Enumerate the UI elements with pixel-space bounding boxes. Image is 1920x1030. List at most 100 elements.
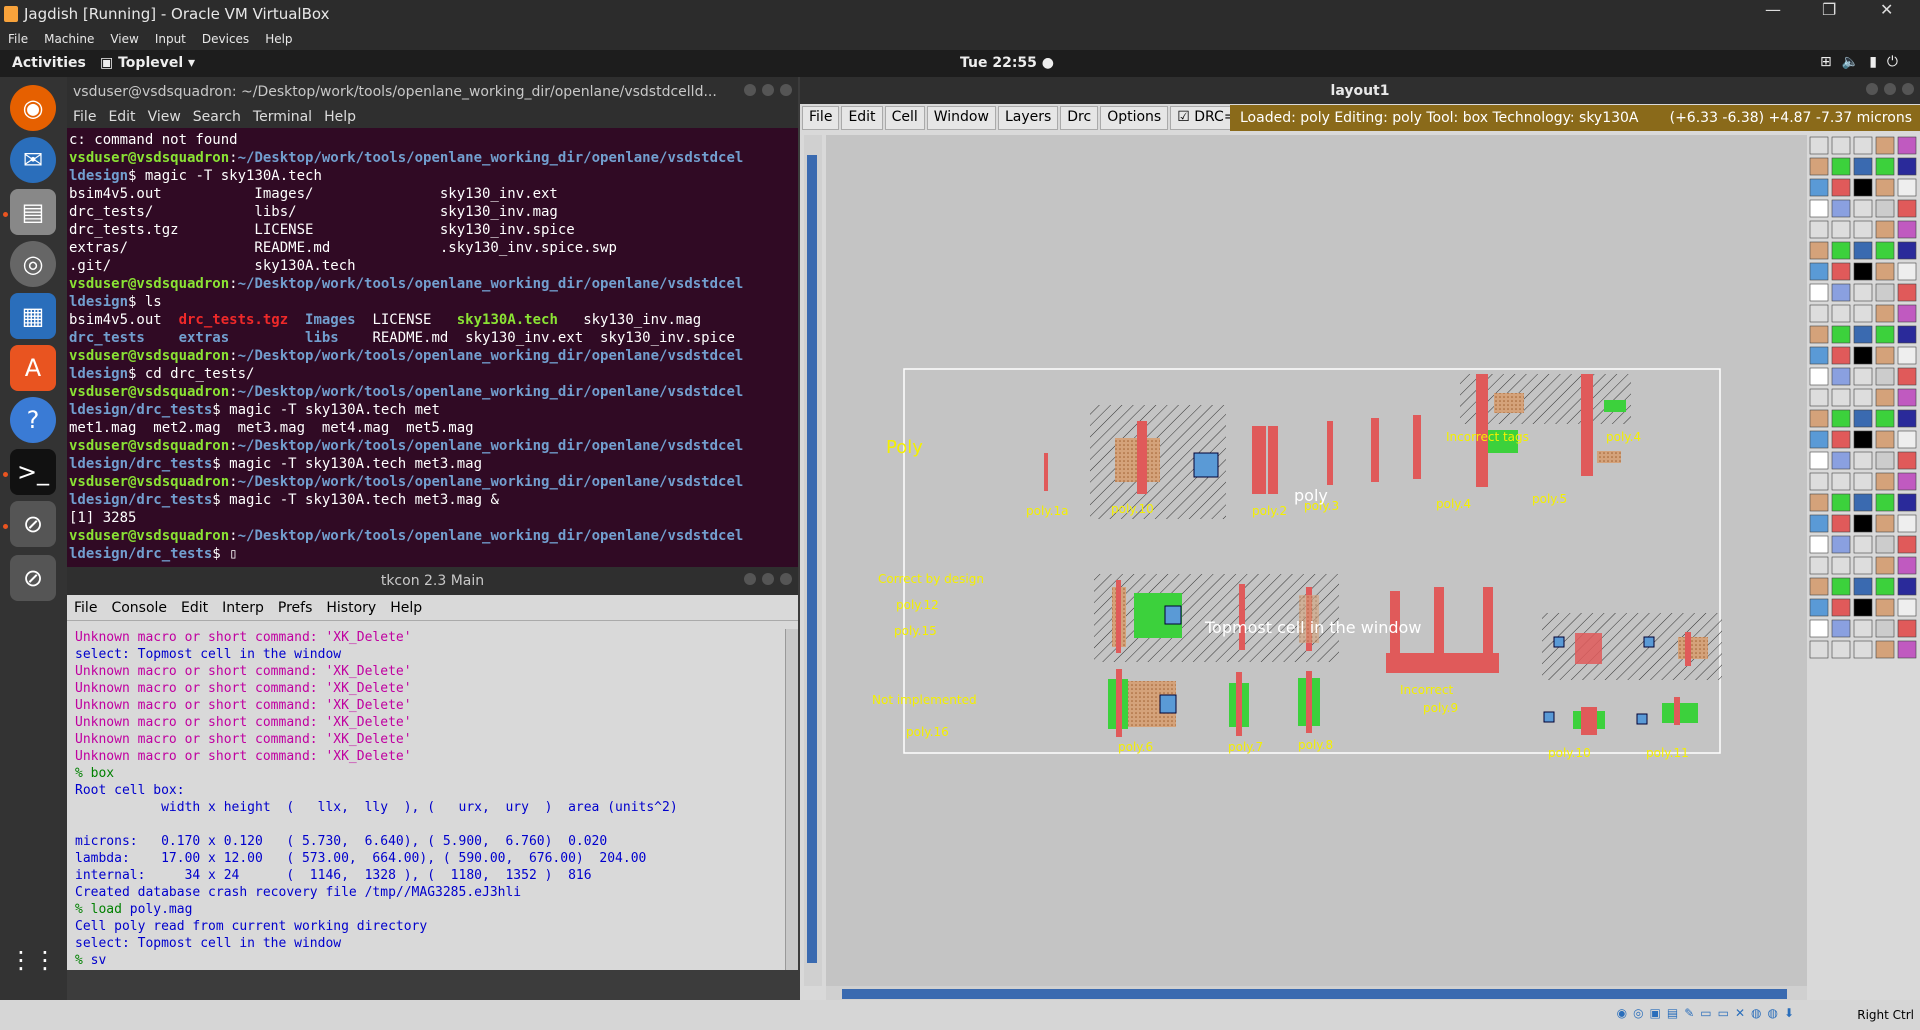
layer-swatch[interactable] [1853,283,1873,302]
layer-swatch[interactable] [1897,199,1917,218]
vbox-menu-machine[interactable]: Machine [36,32,102,46]
layer-swatch[interactable] [1831,619,1851,638]
layer-swatch[interactable] [1831,451,1851,470]
layer-swatch[interactable] [1831,157,1851,176]
layer-swatch[interactable] [1875,451,1895,470]
magic-cell-button[interactable]: Cell [884,106,925,130]
layer-swatch[interactable] [1809,640,1829,659]
layer-swatch[interactable] [1897,262,1917,281]
layer-swatch[interactable] [1831,598,1851,617]
maximize-icon[interactable] [1884,82,1896,95]
layer-swatch[interactable] [1853,262,1873,281]
layer-swatch[interactable] [1875,640,1895,659]
layer-swatch[interactable] [1831,640,1851,659]
minimize-icon[interactable] [744,83,756,96]
maximize-icon[interactable] [762,83,774,96]
maximize-icon[interactable] [762,573,774,585]
layer-swatch[interactable] [1831,472,1851,491]
layer-swatch[interactable] [1809,199,1829,218]
firefox-icon[interactable]: ◉ [10,85,56,131]
layer-swatch[interactable] [1809,262,1829,281]
terminal-menu-search[interactable]: Search [187,109,247,125]
minimize-icon[interactable] [1866,82,1878,95]
layer-swatch[interactable] [1875,619,1895,638]
layer-swatch[interactable] [1875,535,1895,554]
layer-swatch[interactable] [1809,556,1829,575]
layer-swatch[interactable] [1897,409,1917,428]
vbox-menu-view[interactable]: View [102,32,146,46]
layer-swatch[interactable] [1809,430,1829,449]
layer-swatch[interactable] [1897,325,1917,344]
terminal-menu-edit[interactable]: Edit [102,109,141,125]
layer-swatch[interactable] [1897,178,1917,197]
layer-swatch[interactable] [1853,472,1873,491]
terminal-menu-view[interactable]: View [142,109,187,125]
tkcon-titlebar[interactable]: tkcon 2.3 Main [67,567,798,595]
layer-swatch[interactable] [1875,136,1895,155]
layer-swatch[interactable] [1809,283,1829,302]
terminal-titlebar[interactable]: vsduser@vsdsquadron: ~/Desktop/work/tool… [67,77,798,106]
layer-swatch[interactable] [1875,157,1895,176]
layer-swatch[interactable] [1853,514,1873,533]
layer-swatch[interactable] [1897,619,1917,638]
layer-swatch[interactable] [1831,220,1851,239]
layer-swatch[interactable] [1897,220,1917,239]
layer-swatch[interactable] [1875,556,1895,575]
close-icon[interactable]: ✕ [1880,0,1893,19]
layer-swatch[interactable] [1831,409,1851,428]
layer-swatch[interactable] [1875,304,1895,323]
tkcon-menu-prefs[interactable]: Prefs [271,600,319,616]
layer-swatch[interactable] [1809,577,1829,596]
layout-vertical-scrollbar[interactable] [804,135,822,986]
layer-swatch[interactable] [1897,346,1917,365]
files-icon[interactable]: ▤ [10,189,56,235]
layer-swatch[interactable] [1875,388,1895,407]
layer-swatch[interactable] [1875,577,1895,596]
layer-swatch[interactable] [1809,451,1829,470]
layer-swatch[interactable] [1809,619,1829,638]
terminal-output[interactable]: c: command not found vsduser@vsdsquadron… [67,128,798,566]
layer-swatch[interactable] [1809,241,1829,260]
layer-swatch[interactable] [1897,535,1917,554]
software-icon[interactable]: A [10,345,56,391]
layer-swatch[interactable] [1875,514,1895,533]
tkcon-menu-console[interactable]: Console [104,600,174,616]
magic-layers-button[interactable]: Layers [997,106,1059,130]
magic-file-button[interactable]: File [802,106,840,130]
layer-swatch[interactable] [1809,472,1829,491]
layer-swatch[interactable] [1809,157,1829,176]
layer-swatch[interactable] [1831,430,1851,449]
system-tray[interactable]: ⊞🔈▮⏻ [1820,54,1908,70]
minimize-icon[interactable] [744,573,756,585]
layer-swatch[interactable] [1875,262,1895,281]
tkcon-menu-file[interactable]: File [67,600,104,616]
layer-swatch[interactable] [1875,346,1895,365]
layer-swatch[interactable] [1853,409,1873,428]
tkcon-menu-edit[interactable]: Edit [174,600,215,616]
layer-swatch[interactable] [1831,346,1851,365]
layer-swatch[interactable] [1875,199,1895,218]
layer-swatch[interactable] [1831,388,1851,407]
rhythmbox-icon[interactable]: ◎ [10,241,56,287]
layer-swatch[interactable] [1897,304,1917,323]
layer-swatch[interactable] [1831,262,1851,281]
layer-swatch[interactable] [1853,640,1873,659]
terminal-menu-help[interactable]: Help [318,109,362,125]
vbox-menu-input[interactable]: Input [147,32,194,46]
layer-swatch[interactable] [1831,136,1851,155]
layer-swatch[interactable] [1853,430,1873,449]
layer-swatch[interactable] [1853,178,1873,197]
tkcon-menu-history[interactable]: History [319,600,383,616]
clock[interactable]: Tue 22:55 ● [960,55,1054,71]
layer-swatch[interactable] [1897,367,1917,386]
layer-swatch[interactable] [1897,556,1917,575]
layer-swatch[interactable] [1853,325,1873,344]
layer-swatch[interactable] [1897,598,1917,617]
layer-swatch[interactable] [1809,493,1829,512]
terminal-menu-terminal[interactable]: Terminal [247,109,318,125]
layer-swatch[interactable] [1809,598,1829,617]
layer-swatch[interactable] [1853,577,1873,596]
layer-swatch[interactable] [1853,136,1873,155]
layer-swatch[interactable] [1875,241,1895,260]
layer-swatch[interactable] [1875,472,1895,491]
